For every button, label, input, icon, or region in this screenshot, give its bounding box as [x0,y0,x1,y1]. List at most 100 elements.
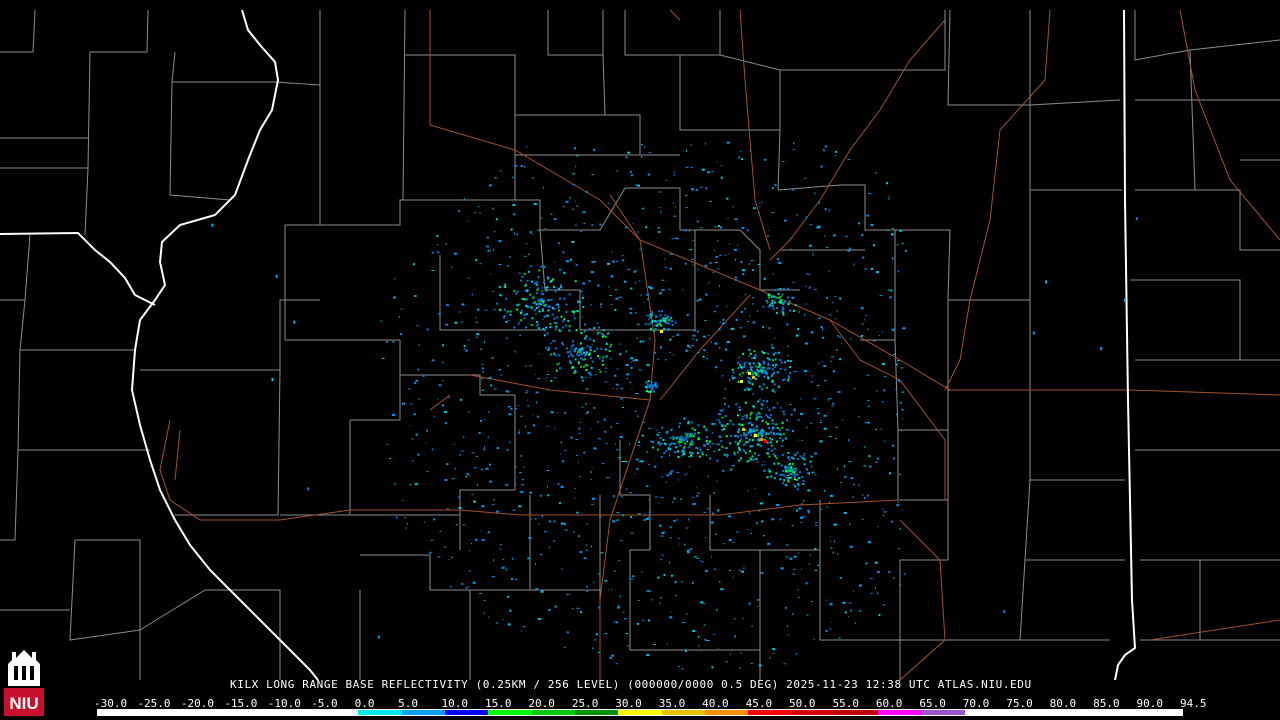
echo-pixel [883,511,887,513]
echo-pixel [458,506,462,509]
echo-pixel [684,543,686,546]
echo-pixel [834,318,837,320]
echo-pixel [719,285,720,288]
echo-pixel [725,435,728,438]
echo-pixel [748,512,750,515]
echo-pixel [777,462,780,465]
echo-pixel [499,548,502,550]
echo-pixel [619,353,622,356]
echo-pixel [899,401,902,404]
echo-pixel [610,275,614,278]
echo-pixel [892,577,895,579]
echo-pixel [635,281,637,284]
echo-pixel [783,413,785,416]
echo-pixel [493,498,495,501]
echo-pixel [789,366,791,369]
echo-pixel [852,496,854,498]
echo-pixel [763,461,765,462]
echo-pixel [563,522,566,525]
echo-pixel [522,479,525,481]
echo-pixel [700,649,702,652]
echo-pixel [791,573,795,575]
echo-pixel [543,315,546,318]
echo-pixel [677,479,679,481]
echo-pixel [763,277,766,280]
echo-pixel [540,265,543,268]
echo-pixel [825,630,828,632]
echo-pixel [535,391,539,394]
echo-pixel [747,529,749,530]
echo-pixel [554,354,557,357]
echo-pixel [774,455,777,457]
echo-pixel [754,353,757,356]
echo-pixel [860,307,864,310]
echo-pixel [765,414,768,417]
echo-pixel [838,336,841,338]
echo-pixel [520,454,522,457]
echo-pixel [847,616,849,618]
echo-pixel [646,451,648,454]
echo-pixel [661,476,664,478]
echo-pixel [604,381,608,383]
echo-pixel [673,215,677,217]
echo-pixel [740,310,743,313]
echo-pixel [651,388,654,391]
echo-pixel [848,602,852,604]
echo-pixel [723,397,726,399]
echo-pixel [571,366,574,369]
echo-pixel [496,302,499,305]
echo-pixel [629,492,633,494]
echo-pixel [581,347,584,350]
echo-pixel [738,569,741,571]
echo-pixel [655,315,657,318]
echo-pixel [781,309,784,312]
echo-pixel [814,452,818,455]
echo-pixel [709,446,712,448]
echo-pixel [580,376,583,379]
echo-pixel [739,666,741,669]
echo-pixel [810,331,814,334]
echo-pixel [720,588,724,591]
echo-pixel [793,476,796,479]
echo-pixel [801,439,804,441]
echo-pixel [716,443,718,445]
echo-pixel [763,469,766,472]
echo-pixel [684,649,687,652]
echo-pixel [614,621,616,624]
echo-pixel [518,429,520,432]
echo-pixel [772,652,775,654]
echo-pixel [712,512,715,515]
echo-pixel [574,224,577,226]
echo-pixel [711,443,715,445]
echo-pixel [712,271,715,273]
echo-pixel [797,589,799,591]
echo-pixel [694,556,697,558]
echo-pixel [682,450,685,453]
echo-pixel [596,347,599,350]
colorbar-segment [791,710,836,715]
echo-pixel [805,303,808,305]
colorbar-segment [1095,710,1139,715]
echo-pixel [663,574,666,577]
echo-pixel [663,452,666,455]
echo-pixel [669,526,672,529]
echo-pixel [540,217,543,219]
echo-pixel [523,273,526,275]
echo-pixel [422,374,425,377]
echo-pixel [543,334,546,337]
echo-pixel [626,488,628,491]
echo-pixel [761,420,764,423]
echo-pixel [741,158,743,161]
echo-pixel [650,599,653,601]
echo-pixel [723,543,726,545]
echo-pixel [728,515,732,518]
echo-pixel [696,557,700,559]
echo-pixel [664,359,667,361]
echo-pixel [454,467,456,470]
echo-pixel [787,480,790,483]
echo-pixel [484,341,485,343]
echo-pixel [760,416,763,418]
echo-pixel [897,243,899,246]
echo-pixel [755,522,758,525]
echo-pixel [636,337,639,339]
